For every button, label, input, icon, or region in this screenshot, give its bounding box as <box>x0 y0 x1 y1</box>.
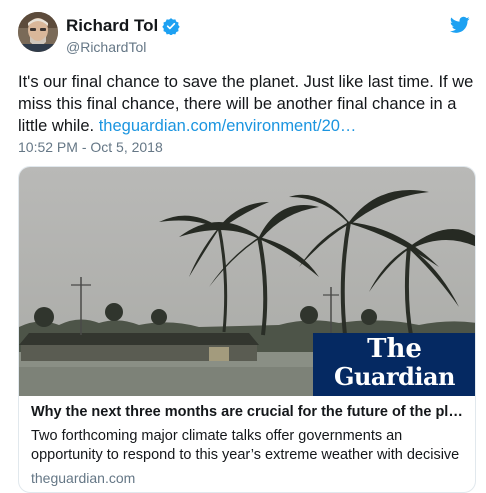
tweet-timestamp[interactable]: 10:52 PM - Oct 5, 2018 <box>18 139 163 155</box>
guardian-logo-the: The <box>367 334 422 364</box>
card-domain: theguardian.com <box>31 470 136 486</box>
avatar-image <box>18 12 58 52</box>
card-title[interactable]: Why the next three months are crucial fo… <box>31 404 469 420</box>
author-name[interactable]: Richard Tol <box>66 16 158 36</box>
tweet-link[interactable]: theguardian.com/environment/20… <box>99 117 357 135</box>
verified-badge-icon <box>162 18 180 35</box>
author-handle[interactable]: @RichardTol <box>66 39 146 55</box>
guardian-logo: The Guardian <box>313 333 475 396</box>
tweet-text: It's our final chance to save the planet… <box>18 71 476 137</box>
guardian-logo-guardian: Guardian <box>333 362 456 391</box>
tweet-header: Richard Tol @RichardTol <box>18 12 474 60</box>
card-description: Two forthcoming major climate talks offe… <box>31 428 460 463</box>
twitter-bird-icon[interactable] <box>450 16 470 34</box>
avatar[interactable] <box>18 12 58 52</box>
link-card[interactable]: The Guardian Why the next three months a… <box>18 166 476 493</box>
